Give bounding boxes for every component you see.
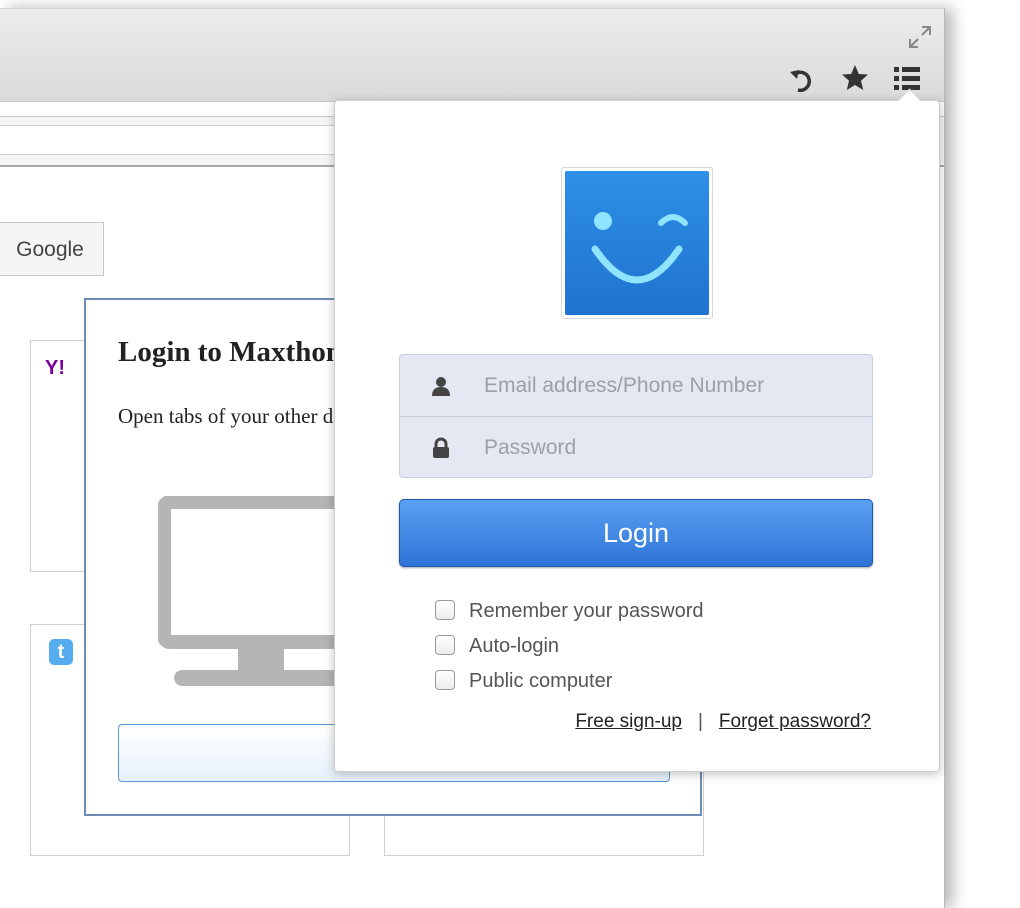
twitter-icon: t (49, 639, 73, 665)
credentials-box (399, 354, 873, 478)
remember-password-label: Remember your password (469, 600, 704, 622)
undo-icon[interactable] (787, 65, 817, 95)
smiley-wink-icon (591, 212, 688, 284)
public-computer-option[interactable]: Public computer (435, 667, 612, 695)
expand-icon[interactable] (906, 23, 934, 51)
title-bar (0, 8, 944, 102)
remember-password-checkbox[interactable] (435, 599, 455, 620)
public-computer-checkbox[interactable] (435, 669, 455, 690)
public-computer-label: Public computer (469, 670, 613, 692)
login-button[interactable]: Login (399, 499, 873, 567)
speed-dial-tile-yahoo[interactable]: Y! (30, 340, 92, 572)
yahoo-icon: Y! (45, 357, 65, 379)
google-search-button[interactable]: Google (0, 222, 104, 276)
forgot-password-link[interactable]: Forget password? (719, 711, 871, 732)
lock-icon (433, 437, 449, 458)
auto-login-checkbox[interactable] (435, 634, 455, 655)
password-field[interactable] (482, 429, 846, 467)
email-row (400, 355, 872, 416)
user-icon (432, 377, 450, 396)
star-icon[interactable] (840, 63, 870, 93)
menu-list-icon[interactable] (892, 65, 922, 93)
dialog-title: Login to Maxthon (118, 336, 342, 368)
login-popup: Login Remember your password Auto-login … (334, 88, 940, 772)
password-row (400, 416, 872, 478)
avatar (561, 167, 713, 319)
auto-login-label: Auto-login (469, 635, 560, 657)
link-separator: | (697, 711, 703, 732)
account-links: Free sign-up | Forget password? (575, 711, 871, 733)
remember-password-option[interactable]: Remember your password (435, 597, 704, 625)
auto-login-option[interactable]: Auto-login (435, 632, 559, 660)
email-field[interactable] (482, 367, 846, 405)
free-signup-link[interactable]: Free sign-up (575, 711, 682, 732)
